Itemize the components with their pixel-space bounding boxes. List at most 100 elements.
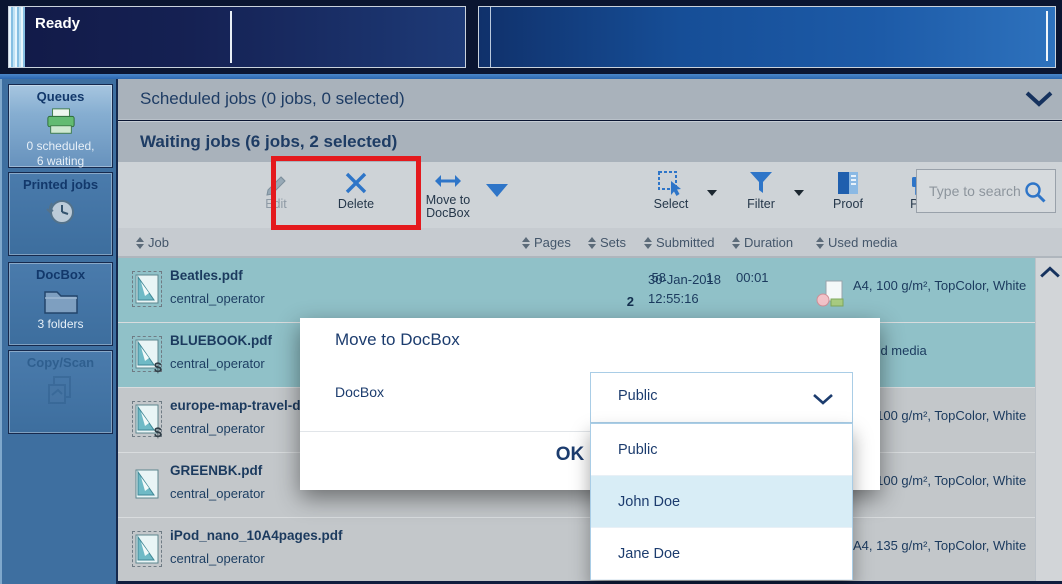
job-row[interactable]: iPod_nano_10A4pages.pdf central_operator… bbox=[118, 518, 1035, 583]
column-header-duration[interactable]: Duration bbox=[732, 235, 793, 250]
docbox-dropdown-list: Public John Doe Jane Doe bbox=[590, 423, 853, 580]
search-box bbox=[916, 169, 1056, 213]
move-to-docbox-dropdown-caret[interactable] bbox=[486, 184, 508, 197]
column-header-job[interactable]: Job bbox=[136, 235, 169, 250]
move-to-docbox-button[interactable]: Move to DocBox bbox=[413, 166, 483, 224]
dropdown-option-jane-doe[interactable]: Jane Doe bbox=[591, 528, 852, 580]
dropdown-option-john-doe[interactable]: John Doe bbox=[591, 476, 852, 528]
job-pages-note: 2 bbox=[610, 294, 634, 309]
job-media: A4, 135 g/m², TopColor, White bbox=[853, 538, 1026, 553]
filter-menu-caret[interactable] bbox=[794, 190, 804, 196]
list-gutter bbox=[1035, 258, 1062, 584]
status-bar: Ready bbox=[0, 0, 1062, 74]
document-icon bbox=[135, 534, 159, 564]
jobs-table-header: Job Pages Sets Submitted Duration Used m… bbox=[118, 228, 1062, 258]
proof-label: Proof bbox=[820, 198, 876, 211]
queues-label: Queues bbox=[9, 89, 112, 104]
scheduled-jobs-title: Scheduled jobs (0 jobs, 0 selected) bbox=[140, 89, 405, 109]
select-menu-caret[interactable] bbox=[707, 190, 717, 196]
sidebar-item-queues[interactable]: Queues 0 scheduled, 6 waiting bbox=[8, 84, 113, 168]
select-button[interactable]: Select bbox=[643, 166, 699, 224]
status-panel-divider bbox=[230, 11, 232, 63]
move-to-docbox-dialog: Move to DocBox DocBox OK Public Public J… bbox=[300, 318, 880, 490]
sidebar-item-copy-scan[interactable]: Copy/Scan bbox=[8, 350, 113, 434]
document-icon bbox=[135, 274, 159, 304]
column-label-pages: Pages bbox=[534, 235, 571, 250]
dropdown-option-public[interactable]: Public bbox=[591, 424, 852, 476]
printer-controller-screen: Ready Queues 0 scheduled, 6 waiting Prin… bbox=[0, 0, 1062, 584]
docbox-label: DocBox bbox=[9, 267, 112, 282]
info-panel bbox=[478, 6, 1056, 68]
move-to-docbox-label-line2: DocBox bbox=[413, 207, 483, 220]
filter-button[interactable]: Filter bbox=[733, 166, 789, 224]
printer-status-text: Ready bbox=[35, 15, 80, 32]
job-submitted-date: 30-Jan-2018 bbox=[648, 272, 721, 287]
paid-job-badge: $ bbox=[154, 359, 162, 375]
sort-icon bbox=[644, 237, 652, 249]
folder-icon bbox=[41, 285, 81, 315]
info-panel-divider bbox=[490, 7, 491, 67]
job-submitted: 30-Jan-2018 12:55:16 bbox=[648, 270, 721, 308]
column-label-used-media: Used media bbox=[828, 235, 897, 250]
job-name: europe-map-travel-dest bbox=[170, 398, 320, 413]
move-arrow-icon bbox=[433, 170, 463, 192]
printer-green-icon bbox=[43, 107, 79, 137]
queues-scheduled-count: 0 scheduled, bbox=[9, 139, 112, 154]
column-label-sets: Sets bbox=[600, 235, 626, 250]
scheduled-jobs-header[interactable]: Scheduled jobs (0 jobs, 0 selected) bbox=[118, 79, 1062, 120]
jobs-toolbar: Edit Delete Move to DocBox Select bbox=[118, 162, 1062, 228]
job-name: BLUEBOOK.pdf bbox=[170, 333, 272, 348]
sidebar-item-docbox[interactable]: DocBox 3 folders bbox=[8, 262, 113, 346]
waiting-jobs-title: Waiting jobs (6 jobs, 2 selected) bbox=[140, 132, 397, 152]
column-header-sets[interactable]: Sets bbox=[588, 235, 626, 250]
job-operator: central_operator bbox=[170, 356, 265, 371]
printed-jobs-label: Printed jobs bbox=[9, 177, 112, 192]
job-operator: central_operator bbox=[170, 291, 265, 306]
docbox-dropdown[interactable]: Public bbox=[590, 372, 853, 423]
docbox-dropdown-value: Public bbox=[618, 388, 658, 404]
job-name: Beatles.pdf bbox=[170, 268, 243, 283]
dialog-separator bbox=[300, 431, 590, 432]
sort-icon bbox=[136, 237, 144, 249]
job-name: GREENBK.pdf bbox=[170, 463, 262, 478]
column-header-pages[interactable]: Pages bbox=[522, 235, 571, 250]
column-label-submitted: Submitted bbox=[656, 235, 715, 250]
sort-icon bbox=[522, 237, 530, 249]
search-input[interactable] bbox=[929, 170, 1029, 212]
job-duration: 00:01 bbox=[736, 270, 769, 285]
job-operator: central_operator bbox=[170, 551, 265, 566]
copy-scan-icon bbox=[44, 373, 78, 407]
job-submitted-time: 12:55:16 bbox=[648, 291, 699, 306]
chevron-up-icon[interactable] bbox=[1039, 264, 1061, 280]
filter-funnel-icon bbox=[748, 170, 774, 196]
column-label-job: Job bbox=[148, 235, 169, 250]
search-icon[interactable] bbox=[1023, 180, 1047, 204]
copy-scan-label: Copy/Scan bbox=[9, 355, 112, 370]
sort-icon bbox=[816, 237, 824, 249]
job-name: iPod_nano_10A4pages.pdf bbox=[170, 528, 343, 543]
column-header-used-media[interactable]: Used media bbox=[816, 235, 897, 250]
chevron-down-icon[interactable] bbox=[1024, 90, 1054, 108]
select-label: Select bbox=[643, 198, 699, 211]
queues-waiting-count: 6 waiting bbox=[9, 154, 112, 169]
docbox-folder-count: 3 folders bbox=[9, 317, 112, 332]
status-stripe-decoration bbox=[9, 7, 25, 67]
document-icon bbox=[135, 469, 159, 499]
proof-button[interactable]: Proof bbox=[820, 166, 876, 224]
proof-document-icon bbox=[834, 170, 862, 196]
media-icon bbox=[816, 280, 846, 308]
job-operator: central_operator bbox=[170, 421, 265, 436]
annotation-highlight-box bbox=[271, 156, 421, 230]
docbox-field-label: DocBox bbox=[335, 384, 384, 400]
paid-job-badge: $ bbox=[154, 424, 162, 440]
job-operator: central_operator bbox=[170, 486, 265, 501]
job-row[interactable]: Beatles.pdf central_operator 58 2 1 30-J… bbox=[118, 258, 1035, 323]
column-header-submitted[interactable]: Submitted bbox=[644, 235, 715, 250]
dialog-title: Move to DocBox bbox=[335, 330, 460, 350]
select-marquee-icon bbox=[657, 170, 685, 196]
sidebar-item-printed-jobs[interactable]: Printed jobs bbox=[8, 172, 113, 256]
waiting-jobs-header[interactable]: Waiting jobs (6 jobs, 2 selected) bbox=[118, 121, 1062, 162]
job-media: A4, 100 g/m², TopColor, White bbox=[853, 278, 1026, 293]
info-panel-tick bbox=[1046, 11, 1048, 61]
column-label-duration: Duration bbox=[744, 235, 793, 250]
